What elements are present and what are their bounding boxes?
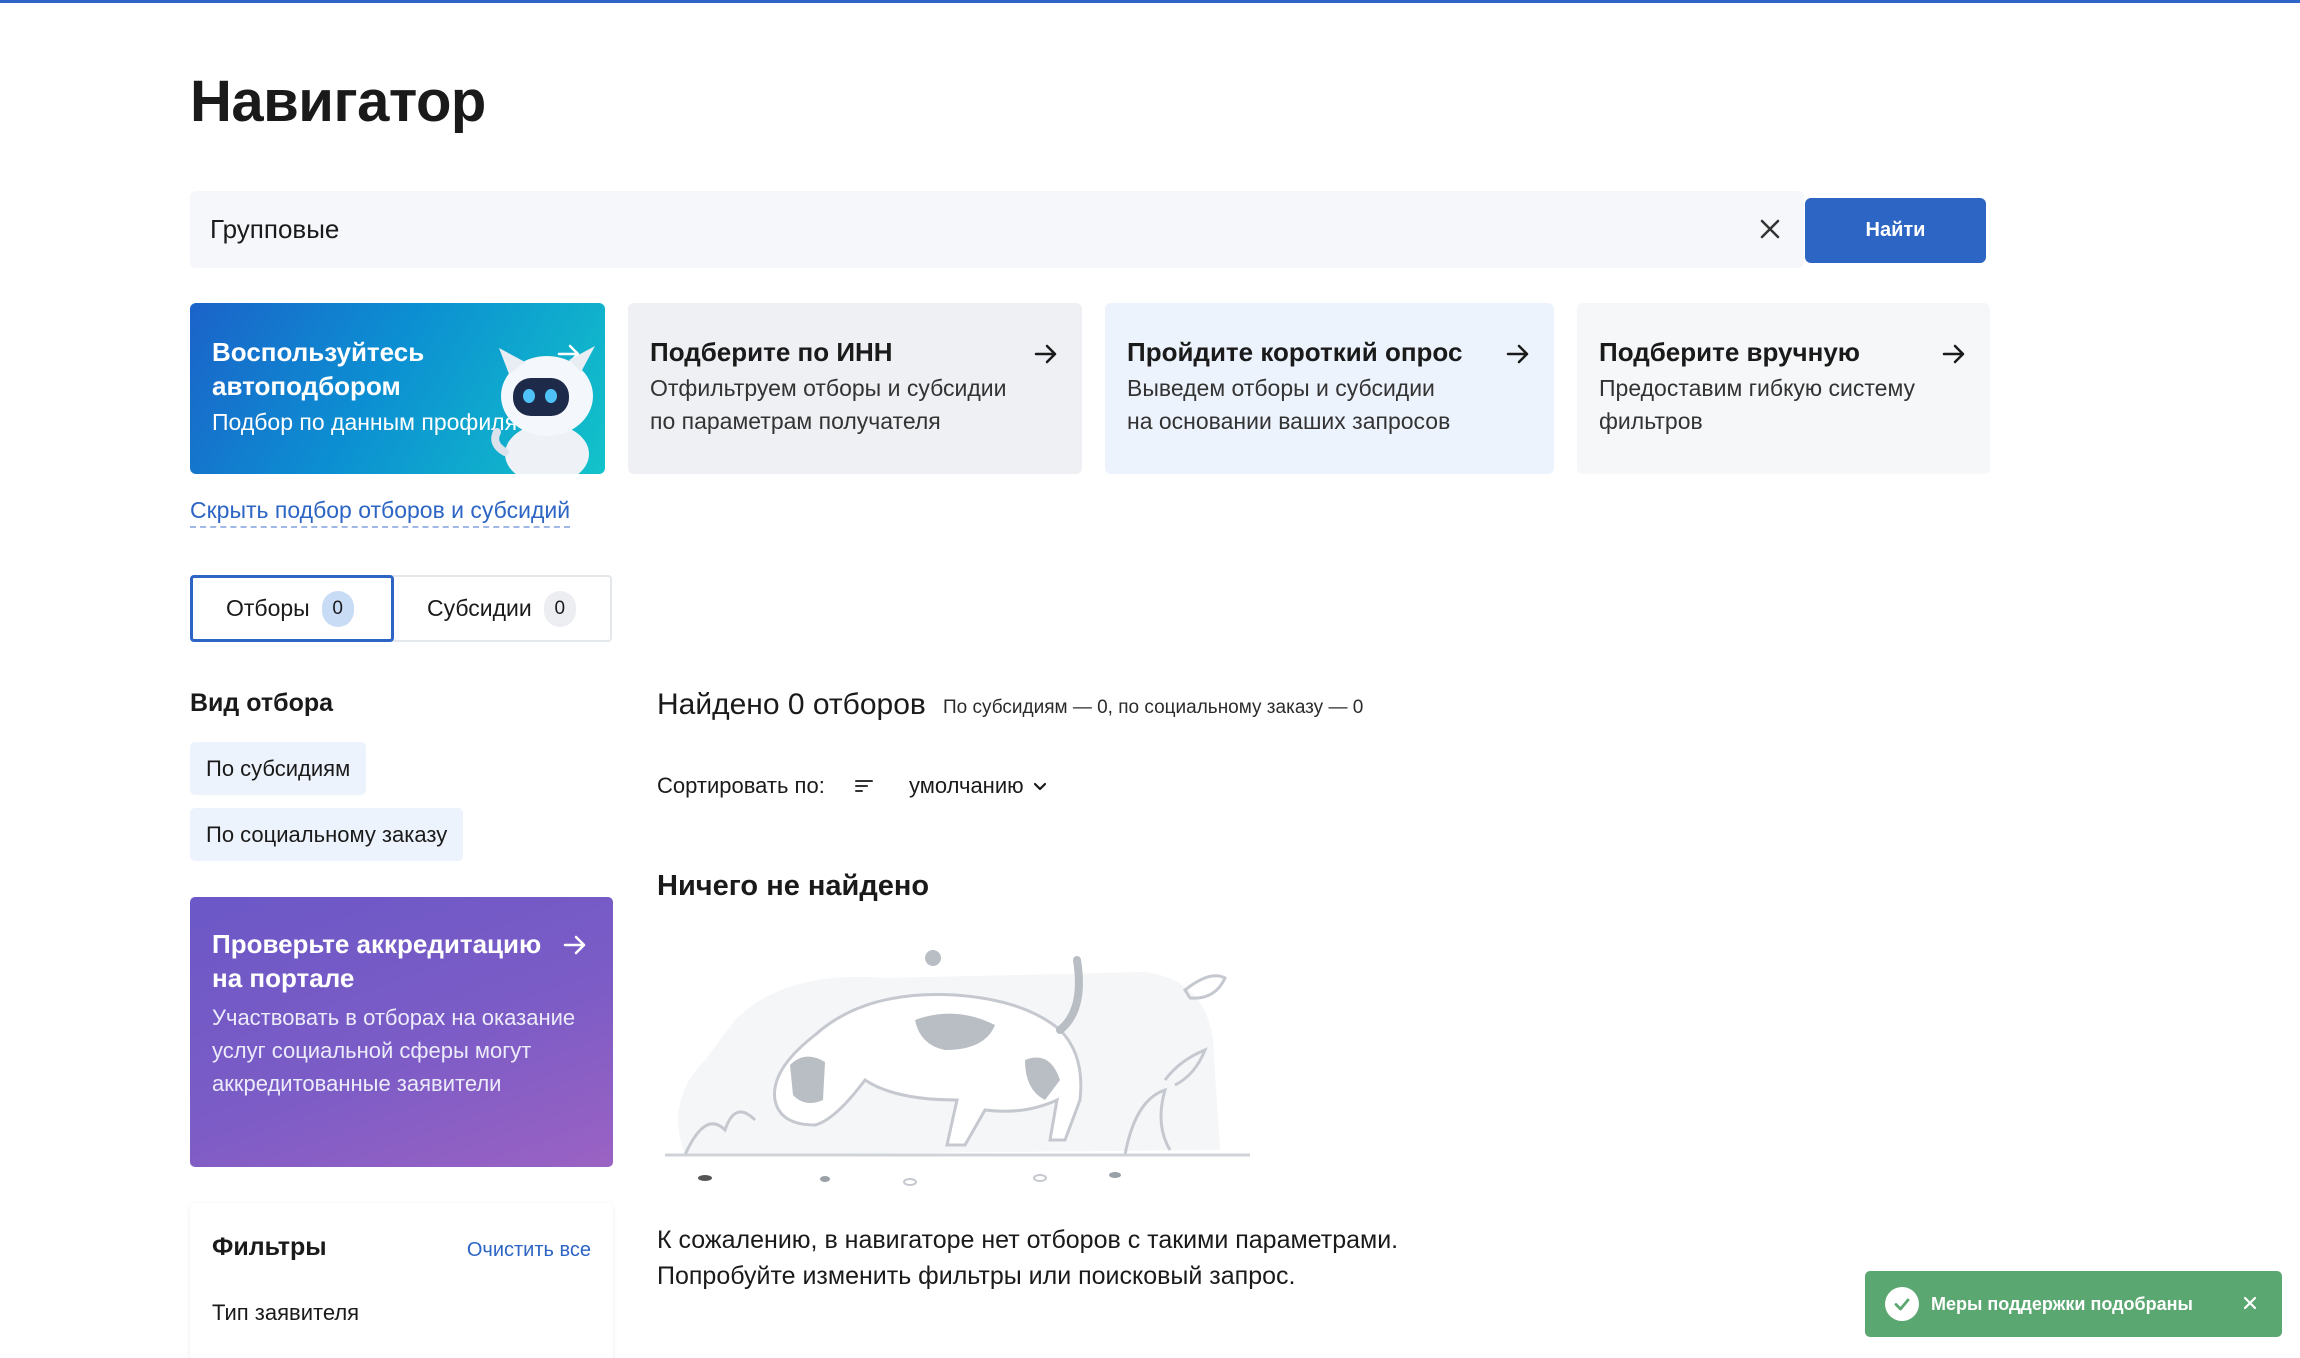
chip-by-subsidies[interactable]: По субсидиям	[190, 742, 367, 795]
manual-card-title: Подберите вручную	[1599, 337, 1860, 367]
poll-card-title: Пройдите короткий опрос	[1127, 337, 1463, 367]
clear-all-filters-link[interactable]: Очистить все	[467, 1239, 591, 1262]
arrow-right-icon	[561, 931, 589, 959]
manual-card[interactable]: Подберите вручную Предоставим гибкую сис…	[1577, 303, 1990, 474]
search-button[interactable]: Найти	[1805, 198, 1986, 263]
results-tabs: Отборы 0 Субсидии 0	[190, 575, 612, 642]
chip-by-social-order[interactable]: По социальному заказу	[190, 808, 464, 861]
dog-illustration-icon	[665, 950, 1250, 1200]
arrow-right-icon	[1504, 340, 1532, 368]
filters-panel: Фильтры Очистить все Тип заявителя	[190, 1203, 613, 1358]
empty-state-title: Ничего не найдено	[657, 870, 930, 902]
accreditation-card[interactable]: Проверьте аккредитацию на портале Участв…	[190, 897, 613, 1167]
sort-label: Сортировать по:	[657, 773, 825, 798]
inn-card-text-line2: по параметрам получателя	[650, 408, 941, 434]
autoselect-card-title: Воспользуйтесь автоподбором	[212, 337, 425, 401]
check-circle-icon	[1885, 1287, 1919, 1321]
tab-selections-label: Отборы	[226, 595, 310, 621]
tab-subsidies-label: Субсидии	[427, 595, 532, 621]
arrow-right-icon	[1032, 340, 1060, 368]
manual-card-text-line2: фильтров	[1599, 408, 1703, 434]
sort-lines-icon	[855, 778, 873, 794]
tab-subsidies[interactable]: Субсидии 0	[427, 575, 576, 642]
top-accent-line	[0, 0, 2300, 3]
empty-state-line2: Попробуйте изменить фильтры или поисковы…	[657, 1262, 1296, 1290]
empty-state-text: К сожалению, в навигаторе нет отборов с …	[657, 1222, 1398, 1294]
search-box	[190, 191, 1804, 268]
applicant-type-label: Тип заявителя	[212, 1300, 360, 1325]
poll-card-text: Выведем отборы и субсидии на основании в…	[1127, 372, 1532, 438]
page-title: Навигатор	[190, 69, 486, 134]
inn-card-title: Подберите по ИНН	[650, 337, 893, 367]
arrow-right-icon	[1940, 340, 1968, 368]
inn-card-text-line1: Отфильтруем отборы и субсидии	[650, 375, 1007, 401]
hide-selection-link[interactable]: Скрыть подбор отборов и субсидий	[190, 497, 571, 528]
success-toast: Меры поддержки подобраны	[1865, 1271, 2282, 1337]
selection-type-heading: Вид отбора	[190, 689, 334, 717]
poll-card-text-line1: Выведем отборы и субсидии	[1127, 375, 1435, 401]
sort-dropdown[interactable]: умолчанию	[909, 773, 1048, 799]
close-icon[interactable]	[1752, 211, 1788, 247]
robot-mascot-icon	[485, 334, 603, 474]
results-count: Найдено 0 отборов	[657, 688, 926, 721]
tab-subsidies-count: 0	[543, 590, 576, 627]
sort-value: умолчанию	[909, 773, 1024, 798]
autoselect-card[interactable]: Воспользуйтесь автоподбором Подбор по да…	[190, 303, 605, 474]
accreditation-text: Участвовать в отборах на оказание услуг …	[212, 1005, 576, 1096]
empty-state-line1: К сожалению, в навигаторе нет отборов с …	[657, 1226, 1399, 1254]
inn-card[interactable]: Подберите по ИНН Отфильтруем отборы и су…	[628, 303, 1082, 474]
toast-message: Меры поддержки подобраны	[1931, 1293, 2193, 1314]
results-breakdown: По субсидиям — 0, по социальному заказу …	[943, 697, 1364, 718]
poll-card[interactable]: Пройдите короткий опрос Выведем отборы и…	[1105, 303, 1554, 474]
search-input[interactable]	[210, 191, 1690, 268]
close-icon[interactable]	[2240, 1293, 2260, 1313]
inn-card-text: Отфильтруем отборы и субсидии по парамет…	[650, 372, 1060, 438]
chevron-down-icon	[1032, 773, 1048, 799]
tab-selections[interactable]: Отборы 0	[190, 575, 394, 642]
tab-selections-count: 0	[321, 590, 354, 627]
manual-card-text: Предоставим гибкую систему фильтров	[1599, 372, 1968, 438]
poll-card-text-line2: на основании ваших запросов	[1127, 408, 1451, 434]
manual-card-text-line1: Предоставим гибкую систему	[1599, 375, 1916, 401]
accreditation-title: Проверьте аккредитацию на портале	[212, 929, 542, 993]
